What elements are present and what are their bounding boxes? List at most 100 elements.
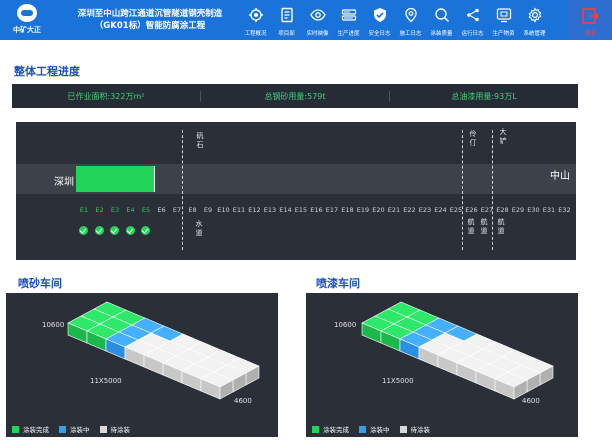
tunnel-segment-done[interactable]: [76, 166, 93, 192]
segment-label[interactable]: E20: [372, 206, 386, 214]
segment-label[interactable]: E1: [77, 206, 91, 214]
height-dimension: 10600: [42, 321, 65, 329]
annotation-fanshi: 矾石: [196, 132, 204, 149]
legend-swatch-pending: [399, 425, 407, 433]
segment-label[interactable]: E14: [279, 206, 293, 214]
monitor-icon: [496, 8, 512, 23]
segment-done-check-icon: [141, 226, 150, 235]
tunnel-start-label: 深圳: [54, 177, 74, 188]
segment-done-check-icon: [94, 226, 104, 235]
logo-text: 中矿大正: [13, 26, 41, 34]
segment-label[interactable]: E15: [294, 206, 308, 214]
segment-label[interactable]: E19: [356, 206, 370, 214]
nav-item-system[interactable]: 系统管理: [519, 0, 550, 40]
length-dimension: 11X5000: [382, 377, 414, 385]
segment-label[interactable]: E11: [232, 206, 246, 214]
waterway-divider: [492, 130, 493, 250]
paint-workshop-panel: 10600 11X5000 4600 涂装完成 涂装中 待涂装: [306, 293, 578, 437]
main-nav: 工程概况 项目部 实时映像 生产进度 安全日志 施工日志 涂装质量 运行日志 生…: [240, 0, 550, 40]
annotation-lingding: 伶仃: [469, 130, 477, 147]
tunnel-segment-done[interactable]: [107, 166, 124, 192]
segment-label[interactable]: E24: [434, 206, 448, 214]
segment-label[interactable]: E8: [186, 206, 200, 214]
waterway-divider: [462, 130, 463, 250]
stat-steel-sand: 总钢砂用量:579t: [201, 90, 390, 102]
segment-label[interactable]: E6: [155, 206, 169, 214]
segment-done-check-icon: [125, 226, 135, 235]
app-title-line1: 深圳至中山跨江通道沉管隧道钢壳制造: [77, 9, 223, 19]
workshop-legend: 涂装完成 涂装中 待涂装: [12, 424, 140, 434]
shield-check-icon: [374, 8, 386, 22]
segment-label[interactable]: E28: [496, 206, 510, 214]
tunnel-end-label: 中山: [550, 171, 570, 182]
segment-label[interactable]: E22: [403, 206, 417, 214]
segment-label[interactable]: E21: [387, 206, 401, 214]
width-dimension: 4600: [522, 397, 540, 405]
segment-label[interactable]: E16: [310, 206, 324, 214]
eye-icon: [310, 9, 326, 21]
segment-label[interactable]: E17: [325, 206, 339, 214]
segment-label[interactable]: E13: [263, 206, 277, 214]
tunnel-segment-done[interactable]: [91, 166, 108, 192]
overall-stats-bar: 已作业面积:322万m² 总钢砂用量:579t 总油漆用量:93万L: [12, 84, 578, 108]
logo-mark: [17, 4, 37, 22]
waterway-divider: [182, 130, 183, 250]
segment-label[interactable]: E18: [341, 206, 355, 214]
stat-area: 已作业面积:322万m²: [12, 90, 201, 102]
annotation-hangdao: 航道: [480, 218, 488, 235]
segment-label[interactable]: E26: [465, 206, 479, 214]
location-pin-icon: [405, 7, 417, 23]
annotation-hangdao: 航道: [467, 218, 475, 235]
segment-label[interactable]: E5: [139, 206, 153, 214]
progress-icon: [341, 9, 357, 21]
legend-in-progress: 涂装中: [70, 426, 90, 434]
length-dimension: 11X5000: [90, 377, 122, 385]
document-icon: [281, 7, 293, 23]
legend-swatch-in-progress: [359, 425, 366, 433]
legend-done: 涂装完成: [323, 426, 349, 434]
segment-label[interactable]: E4: [124, 206, 138, 214]
segment-label[interactable]: E31: [542, 206, 556, 214]
segment-label[interactable]: E9: [201, 206, 215, 214]
tunnel-progress-diagram: 深圳 中山 矾石 水道 伶仃 航道 大铲 航道 航道 E1 E2 E3 E4 E5 E6 E…: [16, 122, 576, 260]
segment-label[interactable]: E27: [480, 206, 494, 214]
app-title-line2: （GK01标）智能防腐涂工程: [94, 21, 206, 31]
gear-icon: [528, 7, 542, 23]
app-title: 深圳至中山跨江通道沉管隧道钢壳制造 （GK01标）智能防腐涂工程: [60, 8, 240, 32]
overall-progress-title: 整体工程进度: [14, 65, 80, 78]
settings-gear-people-icon: [249, 8, 263, 22]
segment-label[interactable]: E32: [558, 206, 572, 214]
legend-done: 涂装完成: [23, 426, 49, 434]
height-dimension: 10600: [334, 321, 357, 329]
segment-label[interactable]: E25: [449, 206, 463, 214]
segment-label[interactable]: E29: [511, 206, 525, 214]
tunnel-segment-done[interactable]: [138, 166, 155, 192]
segment-label[interactable]: E10: [217, 206, 231, 214]
sandblast-workshop-title: 喷砂车间: [18, 277, 62, 290]
annotation-shuidao: 水道: [195, 220, 203, 237]
segment-label[interactable]: E3: [108, 206, 122, 214]
legend-swatch-in-progress: [59, 425, 66, 433]
stat-paint: 总油漆用量:93万L: [451, 91, 517, 101]
segment-label[interactable]: E23: [418, 206, 432, 214]
company-logo: 中矿大正: [6, 3, 48, 37]
annotation-hangdao: 航道: [497, 218, 505, 235]
top-bar: 中矿大正 深圳至中山跨江通道沉管隧道钢壳制造 （GK01标）智能防腐涂工程 工程…: [0, 0, 612, 40]
segment-label[interactable]: E30: [527, 206, 541, 214]
width-dimension: 4600: [234, 397, 252, 405]
legend-swatch-pending: [99, 425, 107, 433]
logout-icon: [582, 8, 599, 24]
segment-label[interactable]: E7: [170, 206, 184, 214]
segment-done-check-icon: [79, 226, 88, 235]
legend-pending: 待涂装: [410, 426, 431, 434]
search-icon: [435, 8, 449, 22]
legend-pending: 待涂装: [110, 426, 131, 434]
sandblast-workshop-panel: 10600 11X5000 4600 涂装完成 涂装中 待涂装: [6, 293, 278, 437]
tunnel-segment-done[interactable]: [122, 166, 139, 192]
paint-workshop-title: 喷漆车间: [316, 277, 360, 290]
annotation-dachan: 大铲: [499, 128, 507, 145]
segment-label[interactable]: E12: [248, 206, 262, 214]
share-icon: [467, 8, 479, 22]
segment-label[interactable]: E2: [93, 206, 107, 214]
logout-button[interactable]: 退出: [568, 0, 612, 40]
